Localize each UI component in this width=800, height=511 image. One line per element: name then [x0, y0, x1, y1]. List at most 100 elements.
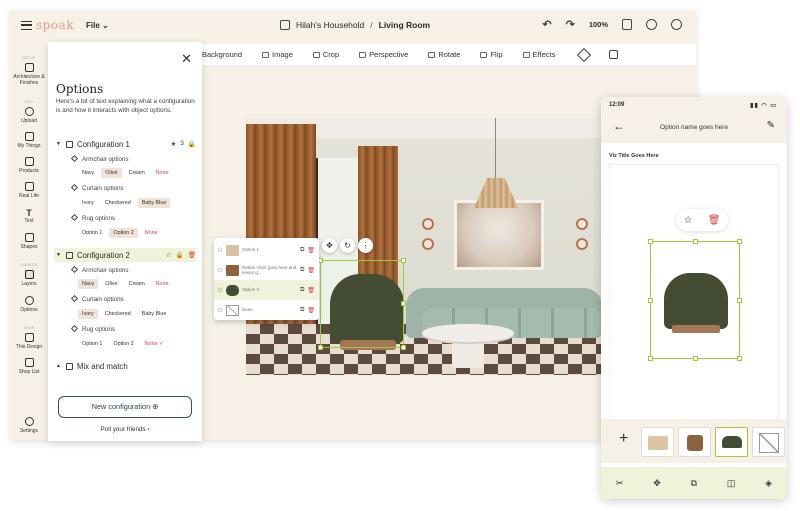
chip[interactable]: Baby Blue: [138, 309, 171, 319]
trash-icon[interactable]: 🗑: [307, 247, 315, 254]
toolbar-background[interactable]: Background: [202, 50, 242, 59]
duplicate-icon[interactable]: ⧉: [300, 287, 304, 294]
star-icon[interactable]: ☆: [214, 306, 226, 314]
star-icon[interactable]: ☆: [214, 246, 226, 254]
help-icon[interactable]: [671, 19, 682, 30]
resize-handle[interactable]: [737, 239, 742, 244]
chip[interactable]: Option 1: [78, 339, 106, 349]
resize-handle[interactable]: [693, 356, 698, 361]
mix-and-match-row[interactable]: ▲ Mix and match: [56, 359, 196, 373]
chip-none[interactable]: None: [152, 168, 173, 178]
trash-icon[interactable]: 🗑: [307, 307, 315, 314]
chip[interactable]: Olive: [101, 279, 121, 289]
popover-option-row[interactable]: ☆ None ⧉ 🗑: [214, 300, 319, 320]
nav-settings[interactable]: Settings: [10, 417, 48, 434]
chip[interactable]: Navy: [78, 168, 98, 178]
nav-my-things[interactable]: My Things: [10, 132, 48, 149]
chip[interactable]: Checkered: [101, 309, 135, 319]
flip-icon[interactable]: ◫: [727, 478, 736, 489]
nav-this-design[interactable]: This Design: [10, 333, 48, 350]
chip[interactable]: Ivory: [78, 198, 98, 208]
resize-handle[interactable]: [693, 239, 698, 244]
trash-icon[interactable]: 🗑: [307, 287, 315, 294]
nav-real-life[interactable]: Real Life: [10, 182, 48, 199]
cut-icon[interactable]: ✂: [616, 478, 624, 489]
sconce-right-top[interactable]: [576, 218, 588, 230]
option-thumb-selected[interactable]: [715, 427, 748, 457]
menu-icon[interactable]: [21, 21, 32, 30]
lock-icon[interactable]: 🔒: [176, 251, 184, 259]
sconce-right-bottom[interactable]: [576, 238, 588, 250]
sconce-left-top[interactable]: [422, 218, 434, 230]
nav-layers[interactable]: Layers: [10, 270, 48, 287]
redo-icon[interactable]: ↷: [566, 18, 575, 31]
add-option-icon[interactable]: +: [619, 430, 628, 448]
popover-option-row-selected[interactable]: ☆ Option 3 ⧉ 🗑: [214, 280, 319, 300]
toolbar-effects[interactable]: Effects: [522, 50, 555, 59]
swap-icon[interactable]: ↻: [340, 238, 355, 253]
move-icon[interactable]: ✥: [322, 238, 337, 253]
move-icon[interactable]: ✥: [653, 478, 661, 489]
close-icon[interactable]: ✕: [181, 51, 192, 67]
chip-selected[interactable]: Olive: [101, 168, 122, 178]
nav-shapes[interactable]: Shapes: [10, 233, 48, 250]
resize-handle[interactable]: [648, 356, 653, 361]
chip[interactable]: Option 1: [78, 228, 106, 238]
trash-icon[interactable]: 🗑: [708, 215, 721, 226]
breadcrumb-room[interactable]: Living Room: [379, 20, 430, 30]
nav-options[interactable]: Options: [10, 296, 48, 313]
collapse-triangle-icon[interactable]: ▼: [56, 141, 61, 147]
toolbar-flip[interactable]: Flip: [480, 50, 503, 59]
option-thumb[interactable]: [678, 427, 711, 457]
duplicate-icon[interactable]: ⧉: [691, 478, 697, 489]
resize-handle[interactable]: [401, 258, 406, 263]
nav-products[interactable]: Products: [10, 157, 48, 174]
nav-shop-list[interactable]: Shop List: [10, 358, 48, 375]
option-thumb-none[interactable]: [752, 427, 785, 457]
breadcrumb-household[interactable]: Hilah's Household: [296, 20, 364, 30]
resize-handle[interactable]: [401, 301, 406, 306]
popover-option-row[interactable]: ☆ Rattan chair goes here and keeps g... …: [214, 260, 319, 280]
undo-icon[interactable]: ↶: [542, 18, 551, 31]
sconce-left-bottom[interactable]: [422, 238, 434, 250]
chip-selected[interactable]: Option 2: [109, 228, 138, 238]
file-menu[interactable]: File ⌄: [86, 21, 109, 30]
share-icon[interactable]: [622, 19, 632, 30]
resize-handle[interactable]: [648, 298, 653, 303]
resize-handle[interactable]: [737, 356, 742, 361]
phone-armchair[interactable]: [664, 273, 728, 329]
expand-triangle-icon[interactable]: ▲: [56, 363, 61, 369]
chip-selected[interactable]: Navy: [78, 279, 99, 289]
toolbar-crop[interactable]: Crop: [312, 50, 339, 59]
resize-handle[interactable]: [401, 345, 406, 350]
chip-none[interactable]: None: [152, 279, 173, 289]
home-icon[interactable]: [280, 20, 290, 30]
nav-text[interactable]: T Text: [10, 208, 48, 224]
chip[interactable]: Option 2: [109, 339, 137, 349]
star-icon[interactable]: ☆: [684, 215, 693, 226]
lock-icon[interactable]: [609, 50, 619, 59]
option-thumb[interactable]: [641, 427, 674, 457]
duplicate-icon[interactable]: ⧉: [300, 307, 304, 314]
poll-friends-link[interactable]: Poll your friends ›: [48, 426, 202, 433]
resize-handle[interactable]: [737, 298, 742, 303]
zoom-level[interactable]: 100%: [589, 20, 608, 29]
resize-handle[interactable]: [648, 239, 653, 244]
play-icon[interactable]: [646, 19, 657, 30]
lock-icon[interactable]: 🔒: [188, 140, 196, 148]
trash-icon[interactable]: 🗑: [188, 251, 196, 259]
trash-icon[interactable]: 🗑: [307, 267, 315, 274]
popover-option-row[interactable]: ☆ Option 1 ⧉ 🗑: [214, 240, 319, 260]
chip[interactable]: Cream: [125, 279, 149, 289]
collapse-triangle-icon[interactable]: ▼: [56, 252, 61, 258]
selection-box[interactable]: [318, 258, 406, 350]
layers-icon[interactable]: ◈: [765, 478, 772, 489]
star-icon[interactable]: ☆: [166, 251, 172, 259]
wall-art[interactable]: [454, 200, 544, 270]
nav-architecture[interactable]: Architecture & Finishes: [10, 63, 48, 86]
chip-selected[interactable]: Ivory: [78, 309, 98, 319]
chip-none-selected[interactable]: None ✓: [141, 339, 168, 349]
star-icon[interactable]: ☆: [214, 266, 226, 274]
resize-handle[interactable]: [318, 345, 323, 350]
phone-stage[interactable]: ☆ 🗑: [609, 164, 779, 424]
